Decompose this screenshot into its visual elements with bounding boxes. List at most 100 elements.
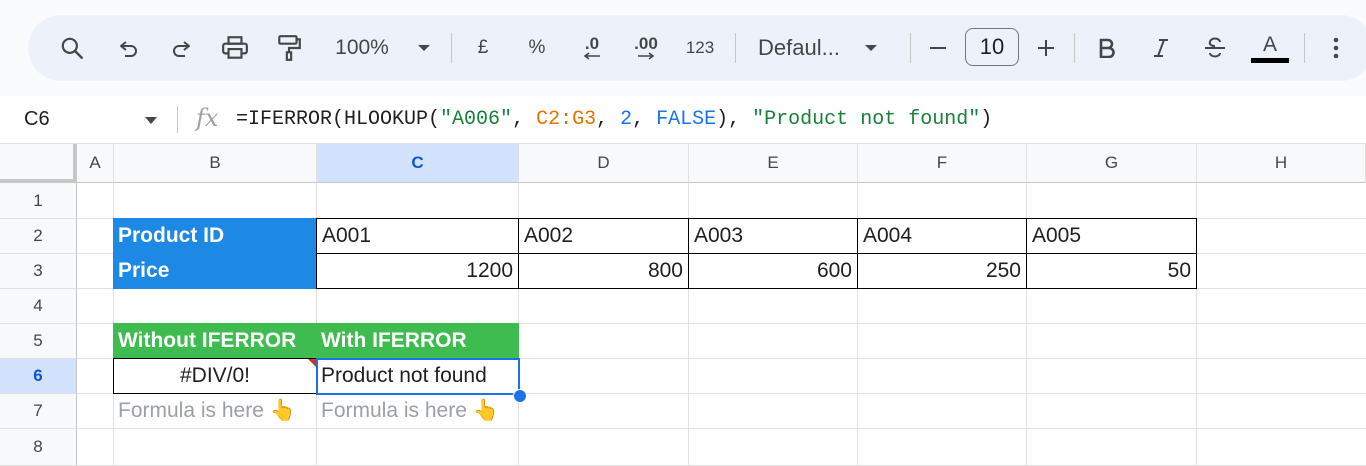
paint-format-button[interactable] bbox=[272, 15, 306, 81]
increase-font-size-button[interactable] bbox=[1034, 15, 1058, 81]
text-color-swatch bbox=[1251, 57, 1289, 63]
cell-c2[interactable]: A001 bbox=[316, 218, 519, 254]
cell-c5[interactable]: With IFERROR bbox=[316, 323, 519, 359]
formula-range: C2:G3 bbox=[536, 108, 597, 131]
spreadsheet-grid: A B C D E F G H 1 2 3 4 5 6 7 8 Product … bbox=[0, 144, 1366, 466]
cell-g3[interactable]: 50 bbox=[1026, 253, 1197, 289]
active-cell-outline bbox=[316, 358, 520, 395]
decrease-decimal-label: .0 bbox=[584, 34, 600, 53]
toolbar-divider bbox=[451, 33, 452, 63]
text-color-letter: A bbox=[1262, 32, 1277, 56]
row-header-7[interactable]: 7 bbox=[0, 394, 77, 429]
bold-icon bbox=[1099, 38, 1115, 58]
font-select[interactable]: Defaul... bbox=[758, 15, 893, 81]
select-all-corner[interactable] bbox=[0, 144, 77, 183]
format-currency-button[interactable]: £ bbox=[468, 15, 498, 81]
column-header-b[interactable]: B bbox=[114, 144, 317, 183]
print-button[interactable] bbox=[218, 15, 252, 81]
column-header-h[interactable]: H bbox=[1197, 144, 1366, 183]
zoom-value: 100% bbox=[335, 36, 389, 59]
row-header-2[interactable]: 2 bbox=[0, 219, 77, 254]
row-header-4[interactable]: 4 bbox=[0, 289, 77, 324]
search-icon bbox=[61, 37, 83, 59]
formula-bar-divider bbox=[177, 106, 178, 133]
italic-button[interactable] bbox=[1148, 15, 1174, 81]
more-options-button[interactable] bbox=[1326, 15, 1346, 81]
increase-decimal-button[interactable]: .00 bbox=[624, 15, 668, 81]
column-header-g[interactable]: G bbox=[1027, 144, 1197, 183]
row-header-1[interactable]: 1 bbox=[0, 183, 77, 219]
row-header-6[interactable]: 6 bbox=[0, 359, 77, 394]
text-color-button[interactable]: A bbox=[1250, 15, 1290, 81]
formula-separator: ), bbox=[716, 108, 753, 131]
redo-icon bbox=[173, 41, 190, 57]
column-header-f[interactable]: F bbox=[858, 144, 1027, 183]
row-header-5[interactable]: 5 bbox=[0, 324, 77, 359]
cell-f3[interactable]: 250 bbox=[857, 253, 1027, 289]
plus-icon bbox=[1038, 40, 1054, 56]
formula-separator: , bbox=[596, 108, 621, 131]
format-percent-button[interactable]: % bbox=[522, 15, 552, 81]
formula-bar: C6 fx =IFERROR(HLOOKUP("A006", C2:G3, 2,… bbox=[0, 96, 1366, 144]
redo-button[interactable] bbox=[166, 15, 196, 81]
decrease-font-size-button[interactable] bbox=[926, 15, 950, 81]
cell-f2[interactable]: A004 bbox=[857, 218, 1027, 254]
chevron-down-icon[interactable] bbox=[144, 116, 158, 125]
strikethrough-icon bbox=[1205, 37, 1225, 58]
increase-decimal-label: .00 bbox=[634, 34, 658, 53]
cell-c7[interactable]: Formula is here 👆 bbox=[316, 393, 519, 429]
cell-g2[interactable]: A005 bbox=[1026, 218, 1197, 254]
number-format-label: 123 bbox=[685, 38, 715, 57]
toolbar-divider bbox=[735, 33, 736, 63]
row-header-8[interactable]: 8 bbox=[0, 429, 77, 466]
cell-b3[interactable]: Price bbox=[113, 253, 317, 289]
formula-bool: FALSE bbox=[656, 108, 717, 131]
toolbar-divider bbox=[910, 33, 911, 63]
cell-d2[interactable]: A002 bbox=[518, 218, 689, 254]
formula-input[interactable]: =IFERROR(HLOOKUP("A006", C2:G3, 2, FALSE… bbox=[236, 96, 992, 143]
print-icon bbox=[222, 36, 248, 59]
zoom-select[interactable]: 100% bbox=[328, 15, 438, 81]
font-name: Defaul... bbox=[758, 35, 840, 60]
formula-separator: , bbox=[512, 108, 537, 131]
fx-icon: fx bbox=[196, 104, 219, 132]
currency-label: £ bbox=[477, 37, 489, 58]
formula-separator: , bbox=[632, 108, 657, 131]
column-header-a[interactable]: A bbox=[77, 144, 114, 183]
font-size-input[interactable]: 10 bbox=[965, 28, 1019, 66]
arrow-left-icon bbox=[583, 52, 600, 60]
cell-e2[interactable]: A003 bbox=[688, 218, 858, 254]
column-header-e[interactable]: E bbox=[689, 144, 858, 183]
bold-button[interactable] bbox=[1094, 15, 1120, 81]
column-header-c[interactable]: C bbox=[317, 144, 519, 183]
chevron-down-icon bbox=[417, 45, 430, 51]
formula-prefix: =IFERROR(HLOOKUP( bbox=[236, 108, 441, 131]
cell-c3[interactable]: 1200 bbox=[316, 253, 519, 289]
cell-b7[interactable]: Formula is here 👆 bbox=[113, 393, 317, 429]
formula-message: "Product not found" bbox=[752, 108, 981, 131]
cell-b5[interactable]: Without IFERROR bbox=[113, 323, 317, 359]
paint-format-icon bbox=[278, 35, 301, 61]
undo-button[interactable] bbox=[114, 15, 144, 81]
column-header-d[interactable]: D bbox=[519, 144, 689, 183]
decrease-decimal-button[interactable]: .0 bbox=[572, 15, 612, 81]
cell-b6[interactable]: #DIV/0! bbox=[113, 358, 317, 394]
row-header-3[interactable]: 3 bbox=[0, 254, 77, 289]
cell-d3[interactable]: 800 bbox=[518, 253, 689, 289]
minus-icon bbox=[930, 47, 946, 49]
cell-b2[interactable]: Product ID bbox=[113, 218, 317, 254]
toolbar-divider bbox=[1304, 33, 1305, 63]
cell-e3[interactable]: 600 bbox=[688, 253, 858, 289]
error-indicator-icon[interactable] bbox=[308, 359, 316, 367]
name-box[interactable]: C6 bbox=[24, 96, 50, 143]
percent-label: % bbox=[528, 37, 546, 58]
search-menus-button[interactable] bbox=[56, 15, 88, 81]
undo-icon bbox=[120, 41, 137, 57]
strikethrough-button[interactable] bbox=[1200, 15, 1230, 81]
formula-close: ) bbox=[980, 108, 993, 131]
toolbar-area: 100% £ % .0 .00 123 Defaul... 10 A bbox=[0, 0, 1366, 96]
formula-index: 2 bbox=[620, 108, 633, 131]
chevron-down-icon bbox=[864, 45, 877, 51]
arrow-right-icon bbox=[638, 52, 655, 60]
number-format-button[interactable]: 123 bbox=[680, 15, 720, 81]
